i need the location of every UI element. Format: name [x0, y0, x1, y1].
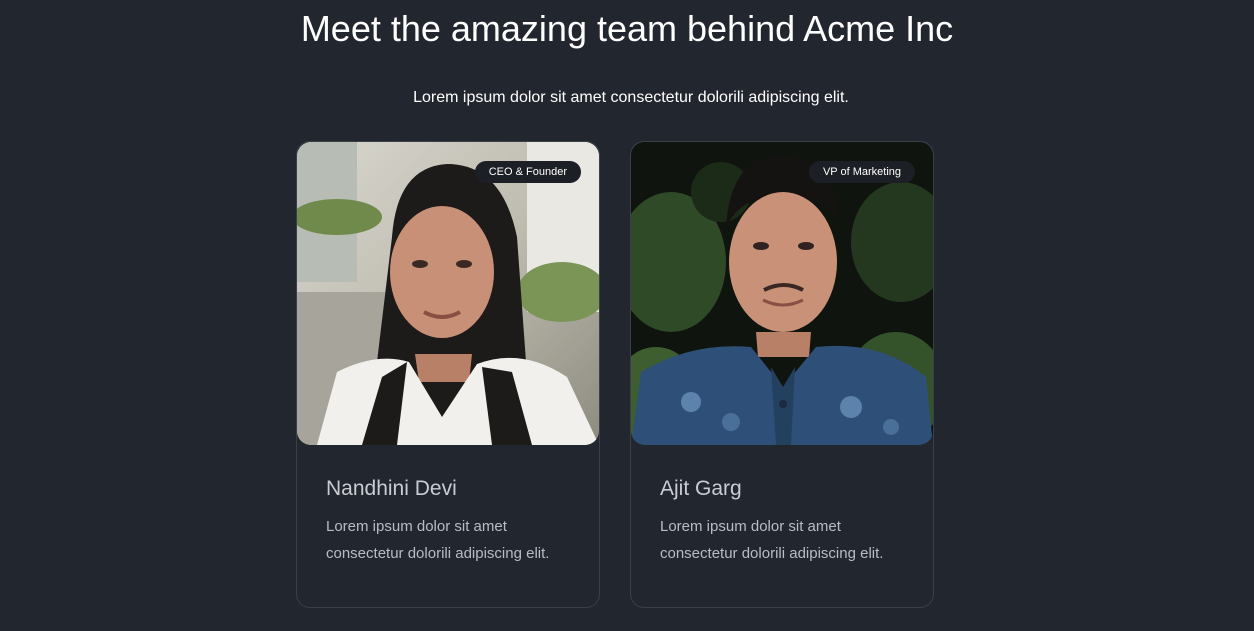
- portrait-photo-image: [297, 142, 599, 445]
- portrait-photo-image: [631, 142, 933, 445]
- team-member-bio: Lorem ipsum dolor sit amet consectetur d…: [326, 518, 550, 562]
- team-member-photo: CEO & Founder: [297, 142, 599, 445]
- team-member-name: Nandhini Devi: [326, 477, 457, 500]
- role-badge: VP of Marketing: [808, 161, 915, 183]
- role-badge: CEO & Founder: [474, 161, 581, 183]
- team-card-ajit-garg: VP of Marketing Ajit Garg Lorem ipsum do…: [630, 141, 934, 608]
- team-member-bio: Lorem ipsum dolor sit amet consectetur d…: [660, 518, 884, 562]
- team-section: Meet the amazing team behind Acme Inc Lo…: [0, 0, 1254, 631]
- page-title: Meet the amazing team behind Acme Inc: [300, 8, 954, 49]
- team-member-name: Ajit Garg: [660, 477, 742, 500]
- page-subtitle: Lorem ipsum dolor sit amet consectetur d…: [413, 89, 849, 106]
- team-card-nandhini-devi: CEO & Founder Nandhini Devi Lorem ipsum …: [296, 141, 600, 608]
- team-member-photo: VP of Marketing: [631, 142, 933, 445]
